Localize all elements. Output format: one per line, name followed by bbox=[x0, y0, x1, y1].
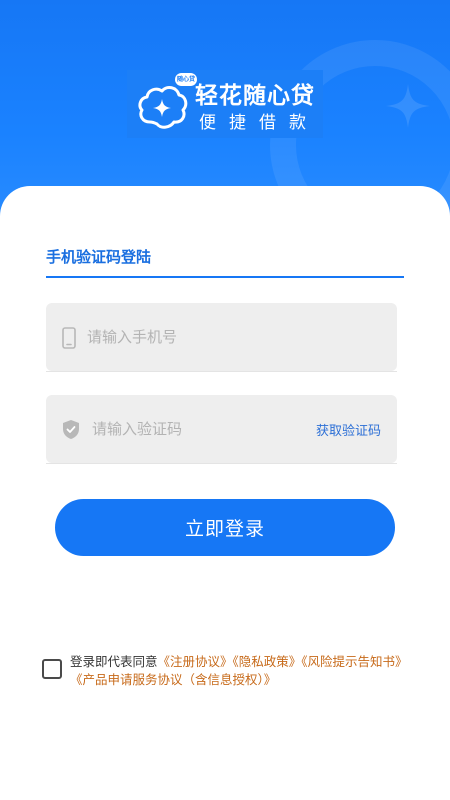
link-privacy-policy[interactable]: 《隐私政策》 bbox=[233, 654, 302, 669]
tab-underline bbox=[46, 276, 404, 278]
phone-field bbox=[46, 303, 397, 371]
cloud-sparkle-icon bbox=[138, 86, 188, 129]
phone-icon bbox=[62, 327, 76, 349]
agreement-text: 登录即代表同意《注册协议》《隐私政策》《风险提示告知书》《产品申请服务协议（含信… bbox=[70, 653, 410, 689]
divider bbox=[46, 463, 397, 464]
checkbox-icon[interactable] bbox=[42, 659, 62, 679]
agreement-prefix: 登录即代表同意 bbox=[70, 654, 158, 669]
get-code-button[interactable]: 获取验证码 bbox=[316, 420, 381, 439]
shield-icon bbox=[63, 420, 79, 439]
code-field: 获取验证码 bbox=[46, 395, 397, 463]
link-service-agreement[interactable]: 《产品申请服务协议（含信息授权）》 bbox=[70, 672, 276, 687]
divider bbox=[46, 371, 397, 372]
brand-badge: 随心贷 bbox=[175, 73, 197, 86]
code-input[interactable] bbox=[92, 395, 292, 463]
login-button[interactable]: 立即登录 bbox=[55, 499, 395, 556]
login-card bbox=[0, 186, 450, 800]
link-register-agreement[interactable]: 《注册协议》 bbox=[158, 654, 233, 669]
phone-input[interactable] bbox=[87, 303, 377, 371]
brand-subtitle: 便捷借款 bbox=[199, 113, 319, 133]
link-risk-notice[interactable]: 《风险提示告知书》 bbox=[301, 654, 407, 669]
tab-sms-login[interactable]: 手机验证码登陆 bbox=[46, 246, 151, 267]
brand-logo: 随心贷 轻花随心贷 便捷借款 bbox=[127, 70, 323, 138]
brand-title: 轻花随心贷 bbox=[195, 83, 315, 109]
sparkle-icon bbox=[386, 84, 430, 128]
